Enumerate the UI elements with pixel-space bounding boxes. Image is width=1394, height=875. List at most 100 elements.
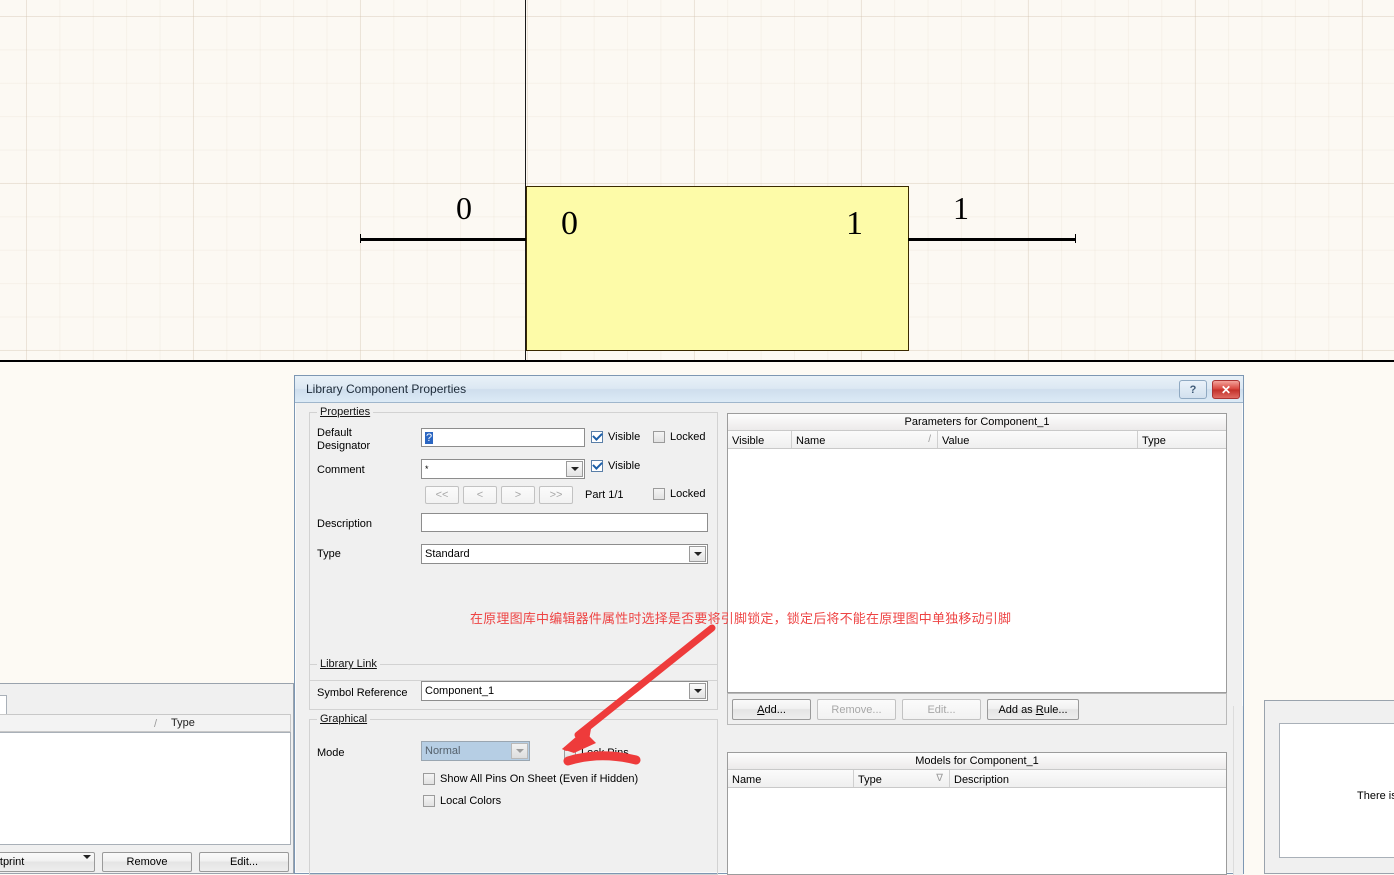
right-panel-message: There is n <box>1357 790 1394 802</box>
panel-list-area[interactable] <box>0 732 291 845</box>
checkbox-icon[interactable] <box>423 795 435 807</box>
column-header-model-name[interactable]: Name <box>728 770 854 787</box>
type-combo[interactable]: Standard <box>421 544 708 564</box>
sort-indicator-icon: / <box>928 434 931 445</box>
sort-indicator-icon: ∇ <box>936 773 943 784</box>
properties-group-title: Properties <box>317 406 374 418</box>
column-header-type: Type <box>171 717 195 729</box>
dialog-title: Library Component Properties <box>306 382 467 396</box>
canvas-bottom-border <box>0 360 1394 362</box>
right-panel-message-area: There is n <box>1279 723 1394 858</box>
comment-value: * <box>425 464 429 474</box>
mode-combo[interactable]: Normal <box>421 741 530 761</box>
designator-visible-checkbox[interactable]: Visible <box>591 431 640 443</box>
mode-value: Normal <box>425 745 461 757</box>
panel-tab-editor[interactable]: or <box>0 695 7 714</box>
models-panel-header: Models for Component_1 <box>728 753 1226 770</box>
column-header-value[interactable]: Value <box>938 431 1138 448</box>
description-label: Description <box>317 518 373 530</box>
parameter-add-as-rule-label: Add as Rule... <box>998 703 1068 716</box>
checkbox-icon[interactable] <box>423 773 435 785</box>
designator-locked-checkbox[interactable]: Locked <box>653 431 705 443</box>
local-colors-label: Local Colors <box>440 795 502 807</box>
models-column-header[interactable]: Name Type ∇ Description <box>728 770 1226 788</box>
red-arrow-annotation <box>562 624 716 766</box>
add-footprint-button[interactable]: dd Footprint <box>0 852 95 872</box>
dialog-right-scrollbar[interactable] <box>1233 706 1243 875</box>
pin-left-number: 0 <box>456 190 472 226</box>
library-link-group-title: Library Link <box>317 658 380 670</box>
parameters-button-bar: Add... Remove... Edit... Add as Rule... <box>727 693 1227 725</box>
description-input[interactable] <box>421 513 708 532</box>
mode-label: Mode <box>317 747 345 759</box>
parameters-panel[interactable]: Parameters for Component_1 Visible Name … <box>727 413 1227 693</box>
symbol-reference-value: Component_1 <box>425 685 495 697</box>
parameter-add-as-rule-button[interactable]: Add as Rule... <box>987 699 1079 720</box>
symbol-reference-label: Symbol Reference <box>317 687 408 699</box>
comment-visible-label: Visible <box>608 460 641 472</box>
nav-last-button[interactable]: >> <box>539 486 573 504</box>
designator-locked-label: Locked <box>670 431 706 443</box>
pin-left-endpoint <box>360 234 361 243</box>
designator-visible-label: Visible <box>608 431 641 443</box>
panel-column-header-row[interactable]: / Type <box>0 714 291 732</box>
parameters-rows-area[interactable] <box>728 450 1226 692</box>
close-icon[interactable]: ✕ <box>1212 380 1240 399</box>
checkbox-icon[interactable] <box>653 488 665 500</box>
chevron-down-icon[interactable] <box>511 743 528 759</box>
nav-first-button[interactable]: << <box>425 486 459 504</box>
parameter-remove-button[interactable]: Remove... <box>817 699 896 720</box>
type-value: Standard <box>425 548 470 560</box>
sort-indicator-icon: / <box>154 718 158 730</box>
parameters-panel-header: Parameters for Component_1 <box>728 414 1226 431</box>
part-indicator: Part 1/1 <box>585 489 624 501</box>
chevron-down-icon[interactable] <box>566 461 583 477</box>
edit-button[interactable]: Edit... <box>199 852 289 872</box>
default-designator-input[interactable]: ? <box>421 428 585 447</box>
column-header-model-description[interactable]: Description <box>950 770 1226 787</box>
column-header-type[interactable]: Type <box>1138 431 1226 448</box>
help-icon[interactable]: ? <box>1179 380 1207 399</box>
parameter-remove-label: Remove... <box>831 703 882 716</box>
pin-left-name: 0 <box>561 205 578 242</box>
checkbox-icon[interactable] <box>591 431 603 443</box>
pin-right-endpoint <box>1075 234 1076 243</box>
parameter-add-label: Add... <box>757 703 786 716</box>
comment-label: Comment <box>317 464 365 476</box>
type-label: Type <box>317 548 341 560</box>
pin-right-name: 1 <box>846 205 863 242</box>
local-colors-checkbox[interactable]: Local Colors <box>423 795 501 807</box>
edit-button-label: Edit... <box>229 856 259 868</box>
column-header-name[interactable]: Name / <box>792 431 938 448</box>
models-panel[interactable]: Models for Component_1 Name Type ∇ Descr… <box>727 752 1227 875</box>
dialog-titlebar[interactable]: Library Component Properties ? ✕ <box>295 376 1243 403</box>
chevron-down-icon[interactable] <box>83 855 91 871</box>
nav-next-button[interactable]: > <box>501 486 535 504</box>
checkbox-icon[interactable] <box>591 460 603 472</box>
parameter-edit-label: Edit... <box>927 703 956 716</box>
part-locked-label: Locked <box>670 488 706 500</box>
part-locked-checkbox[interactable]: Locked <box>653 488 705 500</box>
column-header-model-type[interactable]: Type ∇ <box>854 770 950 787</box>
column-header-visible[interactable]: Visible <box>728 431 792 448</box>
comment-combo[interactable]: * <box>421 459 585 479</box>
parameters-column-header[interactable]: Visible Name / Value Type <box>728 431 1226 449</box>
chevron-down-icon[interactable] <box>689 546 706 562</box>
nav-prev-button[interactable]: < <box>463 486 497 504</box>
remove-button[interactable]: Remove <box>102 852 192 872</box>
pin-right-number: 1 <box>953 190 969 226</box>
parameter-edit-button[interactable]: Edit... <box>902 699 981 720</box>
schematic-canvas[interactable]: 0 0 1 1 <box>0 0 1394 362</box>
default-designator-value: ? <box>425 431 434 444</box>
component-body[interactable]: 0 1 <box>526 186 909 351</box>
remove-button-label: Remove <box>126 856 168 868</box>
default-designator-label: Default Designator <box>317 427 371 452</box>
background-panel-left[interactable]: or / Type dd Footprint Remove Edit... <box>0 683 294 874</box>
parameter-add-button[interactable]: Add... <box>732 699 811 720</box>
pin-right-wire[interactable] <box>908 238 1076 241</box>
background-panel-right[interactable]: There is n <box>1264 700 1394 874</box>
pin-left-wire[interactable] <box>361 238 526 241</box>
comment-visible-checkbox[interactable]: Visible <box>591 460 640 472</box>
models-rows-area[interactable] <box>728 789 1226 874</box>
checkbox-icon[interactable] <box>653 431 665 443</box>
